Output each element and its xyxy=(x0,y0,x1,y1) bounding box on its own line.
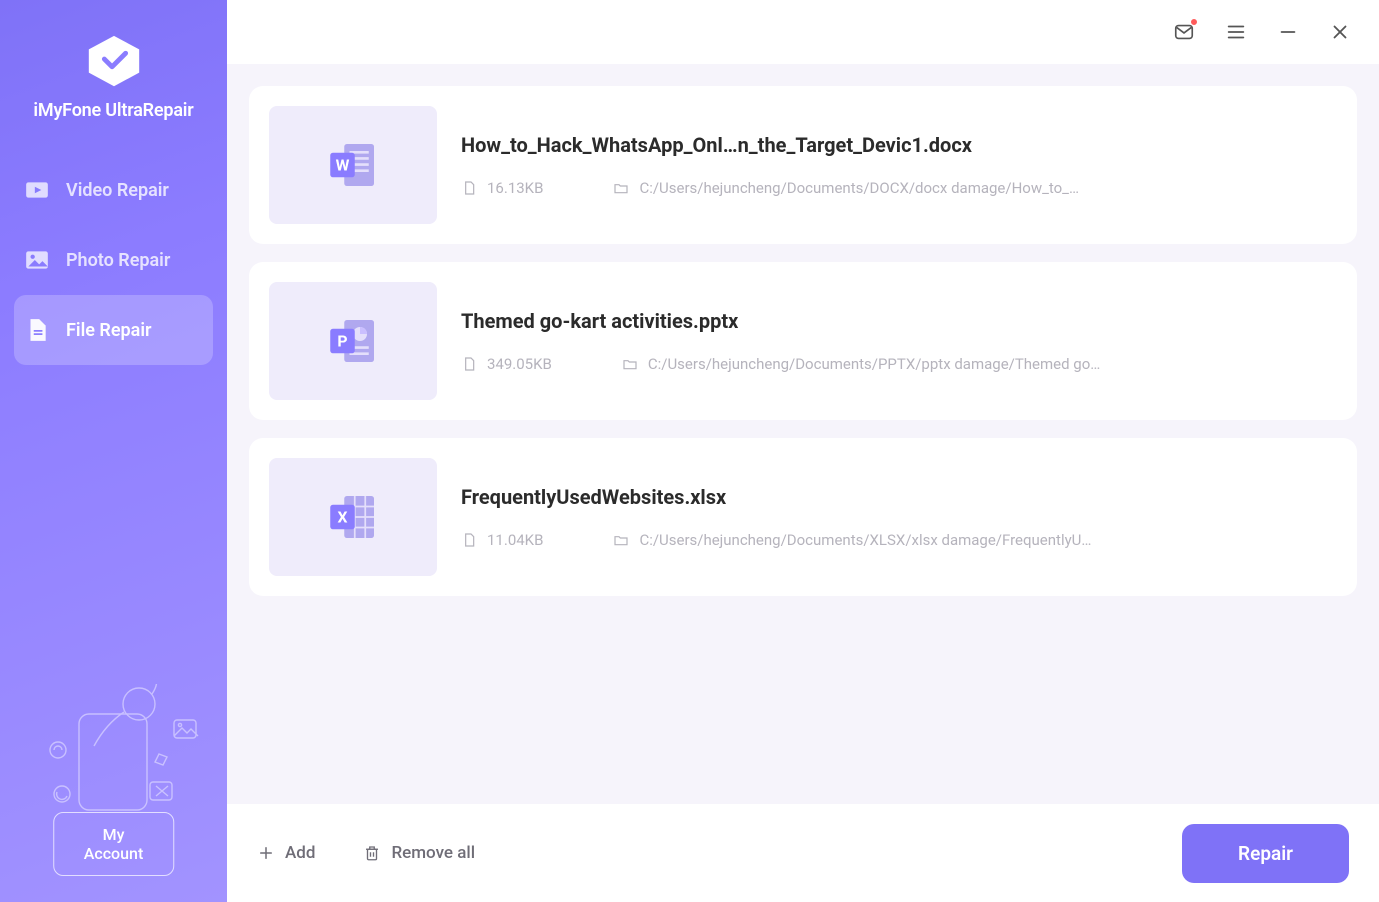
close-icon[interactable] xyxy=(1329,21,1351,43)
my-account-button[interactable]: My Account xyxy=(53,812,175,876)
file-path: C:/Users/hejuncheng/Documents/PPTX/pptx … xyxy=(622,355,1333,373)
svg-text:P: P xyxy=(337,331,347,350)
photo-icon xyxy=(24,247,50,273)
file-card[interactable]: P Themed go-kart activities.pptx 349.05K… xyxy=(249,262,1357,420)
remove-all-button[interactable]: Remove all xyxy=(363,843,475,863)
file-icon xyxy=(24,317,50,343)
brand-name: iMyFone UltraRepair xyxy=(33,100,193,121)
file-name: How_to_Hack_WhatsApp_Onl…n_the_Target_De… xyxy=(461,133,1333,157)
file-card[interactable]: W How_to_Hack_WhatsApp_Onl…n_the_Target_… xyxy=(249,86,1357,244)
file-card[interactable]: X FrequentlyUsedWebsites.xlsx 11.04KB C:… xyxy=(249,438,1357,596)
file-meta: 349.05KB C:/Users/hejuncheng/Documents/P… xyxy=(461,355,1333,373)
document-icon xyxy=(461,532,477,548)
file-thumb-excel-icon: X xyxy=(269,458,437,576)
sidebar-item-label: Photo Repair xyxy=(66,250,170,271)
folder-icon xyxy=(622,356,638,372)
notification-dot-icon xyxy=(1190,18,1198,26)
document-icon xyxy=(461,180,477,196)
file-meta: 11.04KB C:/Users/hejuncheng/Documents/XL… xyxy=(461,531,1333,549)
file-info: How_to_Hack_WhatsApp_Onl…n_the_Target_De… xyxy=(461,133,1333,197)
file-list: W How_to_Hack_WhatsApp_Onl…n_the_Target_… xyxy=(227,64,1379,804)
mail-icon[interactable] xyxy=(1173,21,1195,43)
sidebar-item-file-repair[interactable]: File Repair xyxy=(14,295,213,365)
main: W How_to_Hack_WhatsApp_Onl…n_the_Target_… xyxy=(227,0,1379,902)
repair-button[interactable]: Repair xyxy=(1182,824,1349,883)
file-thumb-powerpoint-icon: P xyxy=(269,282,437,400)
svg-text:X: X xyxy=(338,507,348,526)
sidebar-illustration xyxy=(0,674,227,824)
video-icon xyxy=(24,177,50,203)
sidebar-item-video-repair[interactable]: Video Repair xyxy=(14,155,213,225)
file-path: C:/Users/hejuncheng/Documents/XLSX/xlsx … xyxy=(613,531,1333,549)
sidebar-item-photo-repair[interactable]: Photo Repair xyxy=(14,225,213,295)
file-size: 349.05KB xyxy=(461,355,552,373)
hamburger-menu-icon[interactable] xyxy=(1225,21,1247,43)
titlebar xyxy=(227,0,1379,64)
plus-icon xyxy=(257,844,275,862)
file-thumb-word-icon: W xyxy=(269,106,437,224)
minimize-icon[interactable] xyxy=(1277,21,1299,43)
footer-bar: Add Remove all Repair xyxy=(227,804,1379,902)
sidebar-item-label: Video Repair xyxy=(66,180,169,201)
folder-icon xyxy=(613,532,629,548)
brand: iMyFone UltraRepair xyxy=(0,0,227,143)
file-name: Themed go-kart activities.pptx xyxy=(461,309,1333,333)
file-meta: 16.13KB C:/Users/hejuncheng/Documents/DO… xyxy=(461,179,1333,197)
brand-logo-icon xyxy=(83,30,145,92)
file-info: FrequentlyUsedWebsites.xlsx 11.04KB C:/U… xyxy=(461,485,1333,549)
file-path: C:/Users/hejuncheng/Documents/DOCX/docx … xyxy=(613,179,1333,197)
file-info: Themed go-kart activities.pptx 349.05KB … xyxy=(461,309,1333,373)
nav: Video Repair Photo Repair File Repair xyxy=(0,143,227,365)
file-size: 11.04KB xyxy=(461,531,543,549)
add-button[interactable]: Add xyxy=(257,843,315,863)
svg-text:W: W xyxy=(336,155,350,174)
sidebar: iMyFone UltraRepair Video Repair Photo R… xyxy=(0,0,227,902)
file-size: 16.13KB xyxy=(461,179,543,197)
file-name: FrequentlyUsedWebsites.xlsx xyxy=(461,485,1333,509)
folder-icon xyxy=(613,180,629,196)
sidebar-item-label: File Repair xyxy=(66,320,151,341)
trash-icon xyxy=(363,844,381,862)
document-icon xyxy=(461,356,477,372)
